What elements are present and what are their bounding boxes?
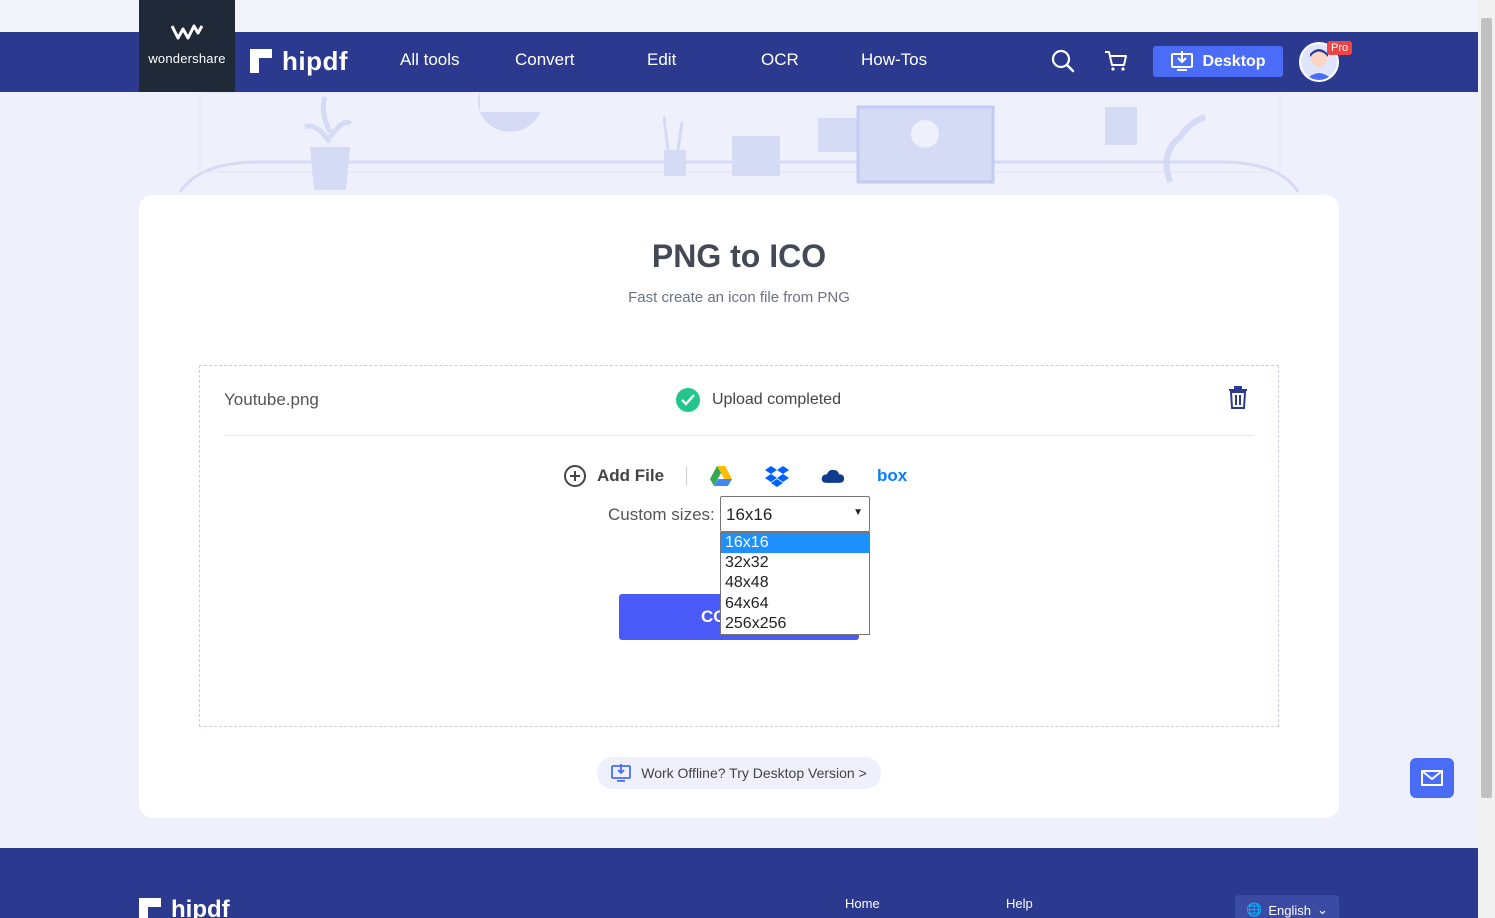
hipdf-logo[interactable]: hipdf: [250, 44, 348, 78]
desktop-button-label: Desktop: [1202, 52, 1266, 70]
hipdf-logo-icon: [139, 898, 161, 918]
mail-icon: [1421, 770, 1443, 786]
size-option[interactable]: 48x48: [721, 573, 869, 593]
size-option[interactable]: 256x256: [721, 614, 869, 634]
language-label: English: [1268, 902, 1311, 918]
wondershare-icon: [170, 23, 204, 45]
wondershare-logo[interactable]: wondershare: [139, 0, 235, 92]
footer-brand-name: hipdf: [171, 896, 230, 918]
page-title: PNG to ICO: [651, 238, 827, 274]
brand-name: hipdf: [282, 45, 349, 76]
add-file-button[interactable]: Add File: [563, 464, 664, 488]
divider: [224, 435, 1254, 436]
add-file-row: Add File box: [563, 463, 939, 489]
page-subtitle: Fast create an icon file from PNG: [628, 289, 850, 306]
nav-convert[interactable]: Convert: [515, 50, 575, 70]
trash-icon[interactable]: [1227, 385, 1249, 409]
globe-icon: 🌐: [1246, 902, 1263, 917]
pro-badge: Pro: [1327, 41, 1353, 55]
upload-status: Upload completed: [676, 388, 841, 412]
nav-edit[interactable]: Edit: [647, 50, 676, 70]
size-option[interactable]: 16x16: [721, 533, 869, 554]
desktop-button[interactable]: Desktop: [1153, 46, 1283, 77]
check-icon: [676, 388, 700, 412]
offline-text: Work Offline? Try Desktop Version >: [641, 765, 867, 781]
file-name: Youtube.png: [224, 390, 319, 409]
chevron-down-icon: ⌄: [1316, 902, 1328, 917]
footer-link-home[interactable]: Home: [845, 896, 880, 911]
custom-sizes-dropdown[interactable]: 16x16 32x32 48x48 64x64 256x256: [720, 532, 870, 635]
plus-circle-icon: [564, 465, 586, 487]
nav-how-tos[interactable]: How-Tos: [861, 50, 927, 70]
hero-illustration: [178, 92, 1300, 193]
desktop-download-icon: [611, 764, 632, 782]
box-label: box: [876, 466, 908, 485]
size-option[interactable]: 64x64: [721, 594, 869, 614]
scrollbar-thumb[interactable]: [1481, 18, 1492, 798]
size-option[interactable]: 32x32: [721, 553, 869, 573]
custom-sizes-select[interactable]: 16x16 ▼: [720, 496, 870, 532]
google-drive-icon[interactable]: [709, 464, 733, 488]
add-file-label: Add File: [597, 466, 665, 485]
nav-ocr[interactable]: OCR: [761, 50, 799, 70]
language-select[interactable]: 🌐 English ⌄: [1235, 895, 1339, 918]
nav-all-tools[interactable]: All tools: [400, 50, 460, 70]
footer-logo[interactable]: hipdf: [139, 896, 230, 918]
feedback-button[interactable]: [1410, 758, 1454, 798]
custom-sizes-label: Custom sizes:: [608, 505, 715, 524]
custom-sizes-value: 16x16: [726, 505, 773, 524]
onedrive-icon[interactable]: [821, 464, 845, 488]
dropdown-arrow-icon: ▼: [853, 507, 863, 518]
upload-status-text: Upload completed: [712, 391, 841, 408]
wondershare-text: wondershare: [148, 51, 226, 66]
offline-desktop-link[interactable]: Work Offline? Try Desktop Version >: [597, 757, 881, 789]
dropbox-icon[interactable]: [765, 464, 790, 488]
cart-icon[interactable]: [1103, 48, 1129, 74]
separator: [686, 467, 688, 485]
footer-link-help[interactable]: Help: [1006, 896, 1033, 911]
box-icon[interactable]: box: [877, 464, 907, 488]
download-icon: [1171, 50, 1194, 71]
search-icon[interactable]: [1050, 48, 1076, 74]
hipdf-logo-icon: [250, 49, 272, 73]
